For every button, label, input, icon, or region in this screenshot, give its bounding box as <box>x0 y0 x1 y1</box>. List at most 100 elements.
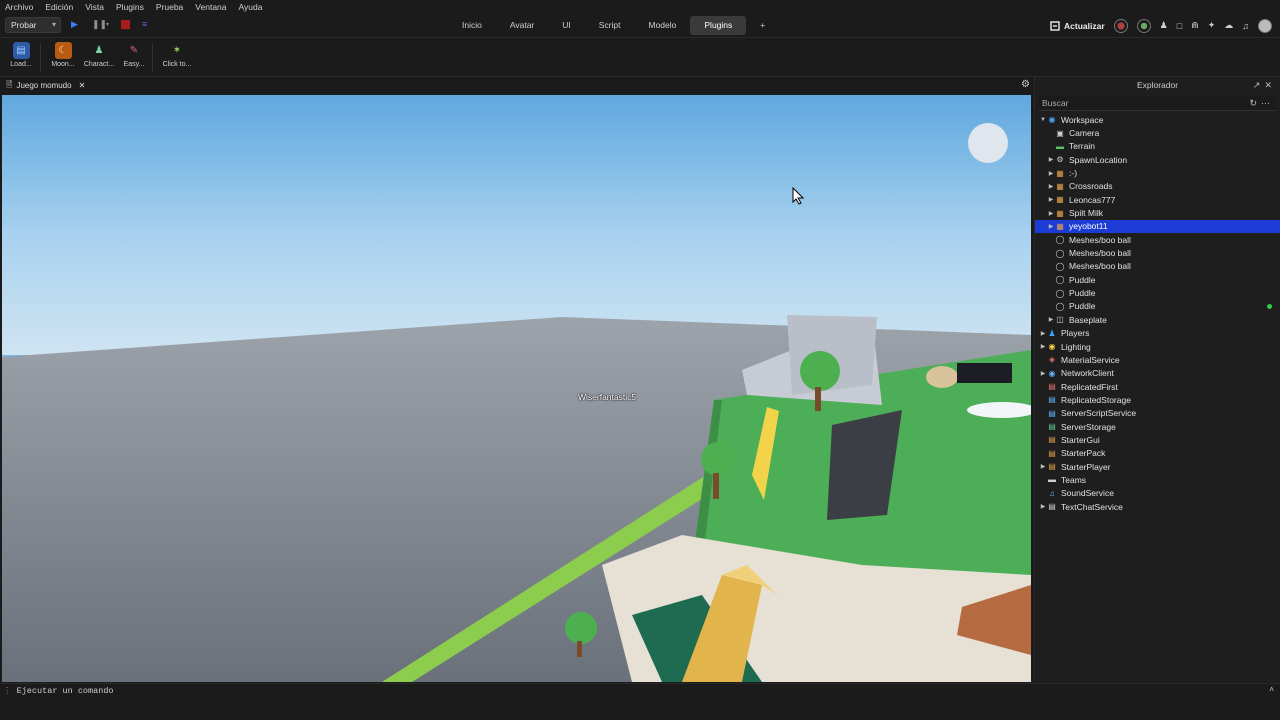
expand-arrow-icon[interactable]: ▼ <box>1039 117 1047 123</box>
collapse-arrow-icon[interactable]: ▶ <box>1047 223 1055 230</box>
person-icon[interactable]: ♟ <box>1160 20 1168 31</box>
menu-item[interactable]: Archivo <box>5 2 33 12</box>
collapse-arrow-icon[interactable]: ▶ <box>1039 330 1047 337</box>
test-mode-dropdown[interactable]: Probar ▾ <box>5 17 61 33</box>
plugin-button[interactable]: ✎ Easy... <box>117 42 151 68</box>
collapse-arrow-icon[interactable]: ▶ <box>1039 503 1047 510</box>
3d-viewport[interactable]: Wiserfantastic5 <box>2 95 1031 682</box>
add-tab-button[interactable]: + <box>746 16 779 35</box>
starter-gui-icon: ▤ <box>1048 435 1056 445</box>
tab-inicio[interactable]: Inicio <box>448 16 496 35</box>
explorer-item-label: Baseplate <box>1069 314 1107 325</box>
plugin-button[interactable]: ✶ Click to... <box>160 42 194 68</box>
chevron-up-icon[interactable]: ˄ <box>1269 684 1274 698</box>
explorer-item[interactable]: ◈ MaterialService <box>1035 353 1280 366</box>
collaborator-avatar[interactable] <box>1136 18 1151 33</box>
explorer-item[interactable]: ▶ ◉ NetworkClient <box>1035 367 1280 380</box>
explorer-item[interactable]: ▶ ▦ Crossroads <box>1035 180 1280 193</box>
menu-item[interactable]: Vista <box>85 2 104 12</box>
update-button[interactable]: Actualizar <box>1050 21 1105 31</box>
explorer-item[interactable]: ◯ Meshes/boo ball <box>1035 246 1280 259</box>
explorer-item[interactable]: ▶ ◫ Baseplate <box>1035 313 1280 326</box>
explorer-item[interactable]: ▶ ♟ Players <box>1035 327 1280 340</box>
explorer-search-input[interactable]: Buscar ↻⋯ <box>1039 96 1276 111</box>
menu-item[interactable]: Plugins <box>116 2 144 12</box>
plugin-button-label: Load... <box>10 61 32 68</box>
explorer-item[interactable]: ▬ Teams <box>1035 473 1280 486</box>
explorer-item[interactable]: ▶ ◉ Lighting <box>1035 340 1280 353</box>
collapse-arrow-icon[interactable]: ▶ <box>1039 343 1047 350</box>
server-view-icon[interactable]: ≡ <box>142 19 147 29</box>
explorer-item[interactable]: ▤ StarterGui <box>1035 433 1280 446</box>
explorer-item[interactable]: ◯ Puddle <box>1035 286 1280 299</box>
collapse-arrow-icon[interactable]: ▶ <box>1047 196 1055 203</box>
plugin-button-label: Moon... <box>51 61 75 68</box>
tab-ui[interactable]: UI <box>548 16 585 35</box>
menu-item[interactable]: Ayuda <box>239 2 263 12</box>
explorer-item[interactable]: ◯ Puddle <box>1035 273 1280 286</box>
explorer-item[interactable]: ♫ SoundService <box>1035 487 1280 500</box>
explorer-item[interactable]: ◯ Puddle <box>1035 300 1280 313</box>
collaborator-avatar[interactable] <box>1113 18 1128 33</box>
plugin-button[interactable]: ▤ Load... <box>4 42 38 68</box>
user-avatar[interactable] <box>1258 18 1272 33</box>
load-icon: ▤ <box>12 42 30 59</box>
explorer-item[interactable]: ▤ ServerStorage <box>1035 420 1280 433</box>
notifications-icon[interactable]: ♫ <box>1242 21 1249 31</box>
explorer-item[interactable]: ▣ Camera <box>1035 126 1280 139</box>
plugin-button[interactable]: ☾ Moon... <box>46 42 80 68</box>
command-bar-input[interactable]: ⋮ Ejecutar un comando ˄ <box>0 683 1280 698</box>
collapse-arrow-icon[interactable]: ▶ <box>1039 463 1047 470</box>
explorer-item[interactable]: ▶ ▦ Leoncas777 <box>1035 193 1280 206</box>
collapse-arrow-icon[interactable]: ▶ <box>1047 183 1055 190</box>
menu-item[interactable]: Prueba <box>156 2 183 12</box>
explorer-item[interactable]: ▶ ▤ StarterPlayer <box>1035 460 1280 473</box>
command-bar-handle-icon: ⋮ <box>3 686 12 696</box>
collapse-arrow-icon[interactable]: ▶ <box>1047 210 1055 217</box>
cloud-icon[interactable]: ☁ <box>1224 20 1233 31</box>
play-icon[interactable]: ▶ <box>71 19 78 30</box>
explorer-item-label: ServerStorage <box>1061 421 1116 432</box>
explorer-item[interactable]: ▶ ▦ yeyobot11 <box>1035 219 1280 234</box>
explorer-item[interactable]: ◯ Meshes/boo ball <box>1035 233 1280 246</box>
starter-player-icon: ▤ <box>1048 462 1056 472</box>
explorer-item[interactable]: ◯ Meshes/boo ball <box>1035 260 1280 273</box>
explorer-item[interactable]: ▶ ▦ Spilt Milk <box>1035 206 1280 219</box>
pause-icon[interactable]: ❚❚ <box>92 19 107 30</box>
close-icon[interactable]: ✕ <box>1264 80 1276 90</box>
collapse-arrow-icon[interactable]: ▶ <box>1047 156 1055 163</box>
more-options-icon[interactable]: ⋯ <box>1261 98 1274 108</box>
plugin-button[interactable]: ♟ Charact... <box>82 42 116 68</box>
menu-item[interactable]: Edición <box>45 2 73 12</box>
popout-icon[interactable]: ↗ <box>1253 80 1265 90</box>
explorer-item[interactable]: ▤ ServerScriptService <box>1035 407 1280 420</box>
close-icon[interactable]: ✕ <box>79 81 86 90</box>
document-tab-title: Juego momudo <box>16 81 72 90</box>
explorer-item[interactable]: ▬ Terrain <box>1035 140 1280 153</box>
explorer-item[interactable]: ▼ ◉ Workspace <box>1035 113 1280 126</box>
explorer-item[interactable]: ▤ ReplicatedFirst <box>1035 380 1280 393</box>
chat-icon[interactable]: □ <box>1177 21 1182 31</box>
assistant-icon[interactable]: ✦ <box>1208 20 1216 31</box>
explorer-item[interactable]: ▤ StarterPack <box>1035 447 1280 460</box>
explorer-item[interactable]: ▶ ⚙ SpawnLocation <box>1035 153 1280 166</box>
share-icon[interactable]: ⋒ <box>1191 20 1199 31</box>
tab-script[interactable]: Script <box>585 16 635 35</box>
explorer-item[interactable]: ▤ ReplicatedStorage <box>1035 393 1280 406</box>
collapse-arrow-icon[interactable]: ▶ <box>1047 316 1055 323</box>
stop-icon[interactable] <box>121 20 130 29</box>
brush-icon: ✎ <box>125 42 143 59</box>
history-icon[interactable]: ↻ <box>1249 98 1261 108</box>
menu-item[interactable]: Ventana <box>195 2 226 12</box>
viewport-settings-icon[interactable]: ⚙ <box>1021 79 1030 90</box>
play-options-chevron-icon[interactable]: ▾ <box>106 21 109 28</box>
collapse-arrow-icon[interactable]: ▶ <box>1039 370 1047 377</box>
tab-avatar[interactable]: Avatar <box>496 16 548 35</box>
tab-modelo[interactable]: Modelo <box>635 16 691 35</box>
document-tab[interactable]: 🗎 Juego momudo ✕ <box>6 78 85 93</box>
tab-plugins[interactable]: Plugins <box>690 16 747 35</box>
explorer-tree: ▼ ◉ Workspace ▣ Camera ▬ Terrain ▶ ⚙ SpawnLocatio… <box>1035 113 1280 513</box>
collapse-arrow-icon[interactable]: ▶ <box>1047 170 1055 177</box>
explorer-item[interactable]: ▶ ▦:-) <box>1035 166 1280 179</box>
explorer-item[interactable]: ▶ ▤ TextChatService <box>1035 500 1280 513</box>
